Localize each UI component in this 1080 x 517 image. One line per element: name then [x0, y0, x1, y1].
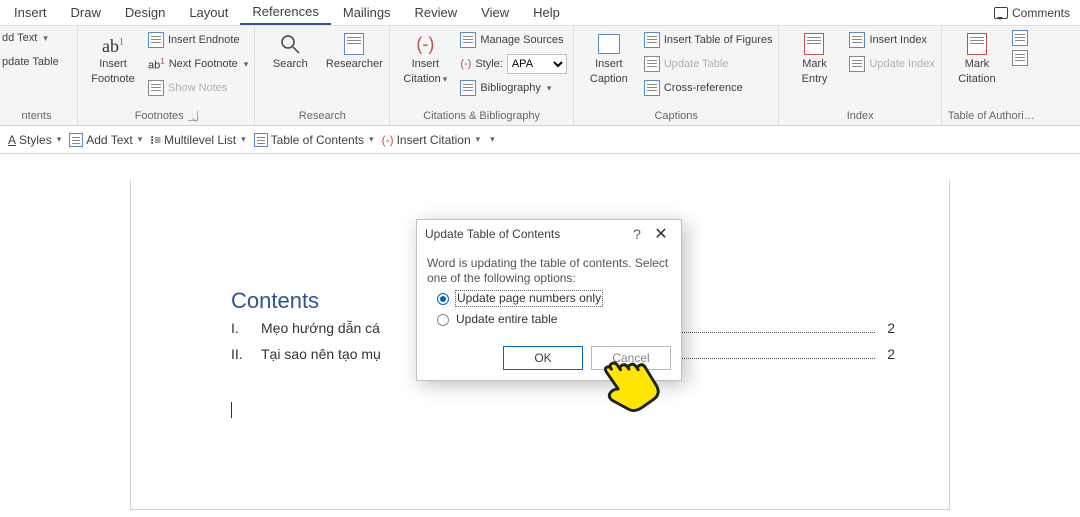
leader-dots: [666, 323, 875, 333]
quick-access-toolbar: AStyles▾ Add Text▾ ⁝≡Multilevel List▾ Ta…: [0, 126, 1080, 154]
dialog-title: Update Table of Contents: [425, 227, 625, 241]
update-index-icon: [849, 56, 865, 72]
tab-references[interactable]: References: [240, 0, 330, 25]
qa-insert-citation[interactable]: (-)Insert Citation▾: [382, 133, 481, 147]
insert-toa-icon[interactable]: [1012, 30, 1028, 46]
footnotes-dialog-launcher[interactable]: [188, 111, 198, 121]
dialog-close-button[interactable]: ✕: [649, 224, 673, 244]
group-label-toa: Table of Authori…: [948, 107, 1035, 125]
show-notes-button[interactable]: Show Notes: [148, 78, 248, 98]
endnote-icon: [148, 32, 164, 48]
manage-sources-button[interactable]: Manage Sources: [460, 30, 567, 50]
tof-icon: [644, 32, 660, 48]
tab-layout[interactable]: Layout: [177, 1, 240, 24]
dialog-help-button[interactable]: ?: [625, 226, 649, 242]
style-dropdown[interactable]: APA: [507, 54, 567, 74]
ribbon: dd Text▾ pdate Table ntents ab1 Insert F…: [0, 26, 1080, 126]
update-table-button[interactable]: pdate Table: [2, 52, 59, 72]
researcher-button[interactable]: Researcher: [325, 28, 383, 71]
tab-draw[interactable]: Draw: [59, 1, 113, 24]
ribbon-tab-bar: Insert Draw Design Layout References Mai…: [0, 0, 1080, 26]
bibliography-button[interactable]: Bibliography▾: [460, 78, 567, 98]
insert-index-button[interactable]: Insert Index: [849, 30, 934, 50]
update-tof-icon: [644, 56, 660, 72]
mark-citation-icon: [967, 33, 987, 55]
group-label-contents: ntents: [2, 107, 71, 125]
next-footnote-button[interactable]: ab1 Next Footnote▾: [148, 54, 248, 74]
mark-citation-button[interactable]: Mark Citation: [948, 28, 1006, 86]
tab-mailings[interactable]: Mailings: [331, 1, 403, 24]
dialog-message: Word is updating the table of contents. …: [427, 256, 671, 286]
comment-icon: [994, 7, 1008, 19]
crossref-icon: [644, 80, 660, 96]
group-label-footnotes: Footnotes: [84, 107, 248, 125]
qa-toc[interactable]: Table of Contents▾: [254, 133, 374, 147]
qa-multilevel[interactable]: ⁝≡Multilevel List▾: [150, 133, 245, 147]
insert-index-icon: [849, 32, 865, 48]
tab-view[interactable]: View: [469, 1, 521, 24]
insert-citation-button[interactable]: (-) Insert Citation▾: [396, 28, 454, 86]
comments-label: Comments: [1012, 6, 1070, 20]
search-button[interactable]: Search: [261, 28, 319, 71]
group-label-index: Index: [785, 107, 934, 125]
insert-footnote-button[interactable]: ab1 Insert Footnote: [84, 28, 142, 86]
tutorial-cursor-hand-icon: [590, 344, 662, 416]
tab-help[interactable]: Help: [521, 1, 572, 24]
insert-endnote-button[interactable]: Insert Endnote: [148, 30, 248, 50]
leader-dots: [665, 349, 875, 359]
text-cursor: [231, 402, 232, 418]
update-toa-icon[interactable]: [1012, 50, 1028, 66]
add-text-button[interactable]: dd Text▾: [2, 28, 59, 48]
dialog-ok-button[interactable]: OK: [503, 346, 583, 370]
option-entire-table[interactable]: Update entire table: [437, 311, 671, 328]
tab-review[interactable]: Review: [403, 1, 470, 24]
option-page-numbers[interactable]: Update page numbers only: [437, 290, 671, 307]
update-tof-button[interactable]: Update Table: [644, 54, 773, 74]
mark-entry-button[interactable]: Mark Entry: [785, 28, 843, 86]
tab-design[interactable]: Design: [113, 1, 177, 24]
tab-insert[interactable]: Insert: [2, 1, 59, 24]
mark-entry-icon: [804, 33, 824, 55]
radio-icon: [437, 314, 449, 326]
insert-table-of-figures-button[interactable]: Insert Table of Figures: [644, 30, 773, 50]
researcher-icon: [344, 33, 364, 55]
insert-caption-button[interactable]: Insert Caption: [580, 28, 638, 86]
bibliography-icon: [460, 80, 476, 96]
caption-icon: [598, 34, 620, 54]
manage-sources-icon: [460, 32, 476, 48]
show-notes-icon: [148, 80, 164, 96]
qa-add-text[interactable]: Add Text▾: [69, 133, 142, 147]
radio-icon: [437, 293, 449, 305]
group-label-citations: Citations & Bibliography: [396, 107, 567, 125]
comments-button[interactable]: Comments: [984, 4, 1080, 22]
qa-styles[interactable]: AStyles▾: [8, 133, 61, 147]
group-label-research: Research: [261, 107, 383, 125]
search-icon: [278, 32, 302, 56]
cross-reference-button[interactable]: Cross-reference: [644, 78, 773, 98]
update-index-button[interactable]: Update Index: [849, 54, 934, 74]
group-label-captions: Captions: [580, 107, 773, 125]
qa-more[interactable]: ▾: [488, 134, 495, 145]
citation-style-select[interactable]: (-) Style: APA: [460, 54, 567, 74]
